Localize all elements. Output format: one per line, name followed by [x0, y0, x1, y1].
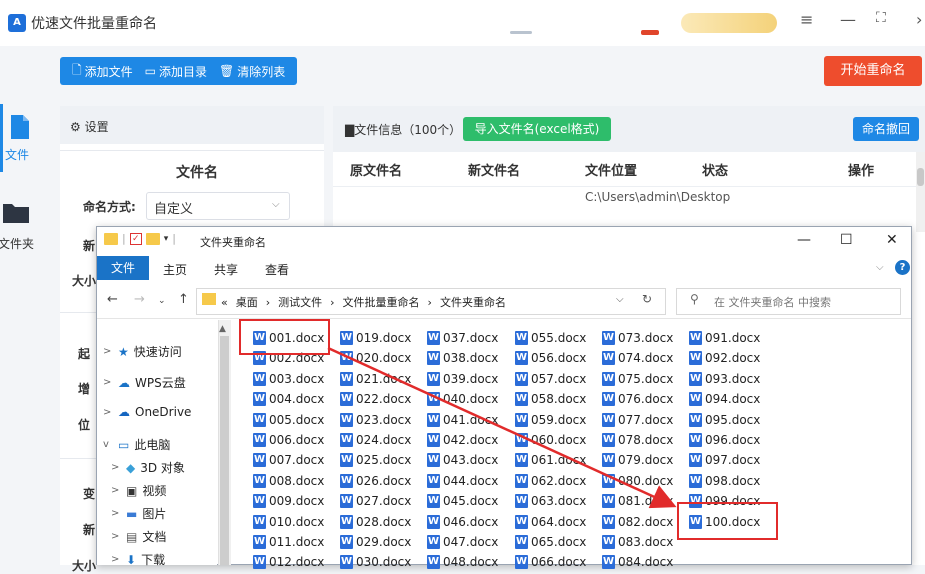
annotation-arrow: [327, 346, 677, 509]
